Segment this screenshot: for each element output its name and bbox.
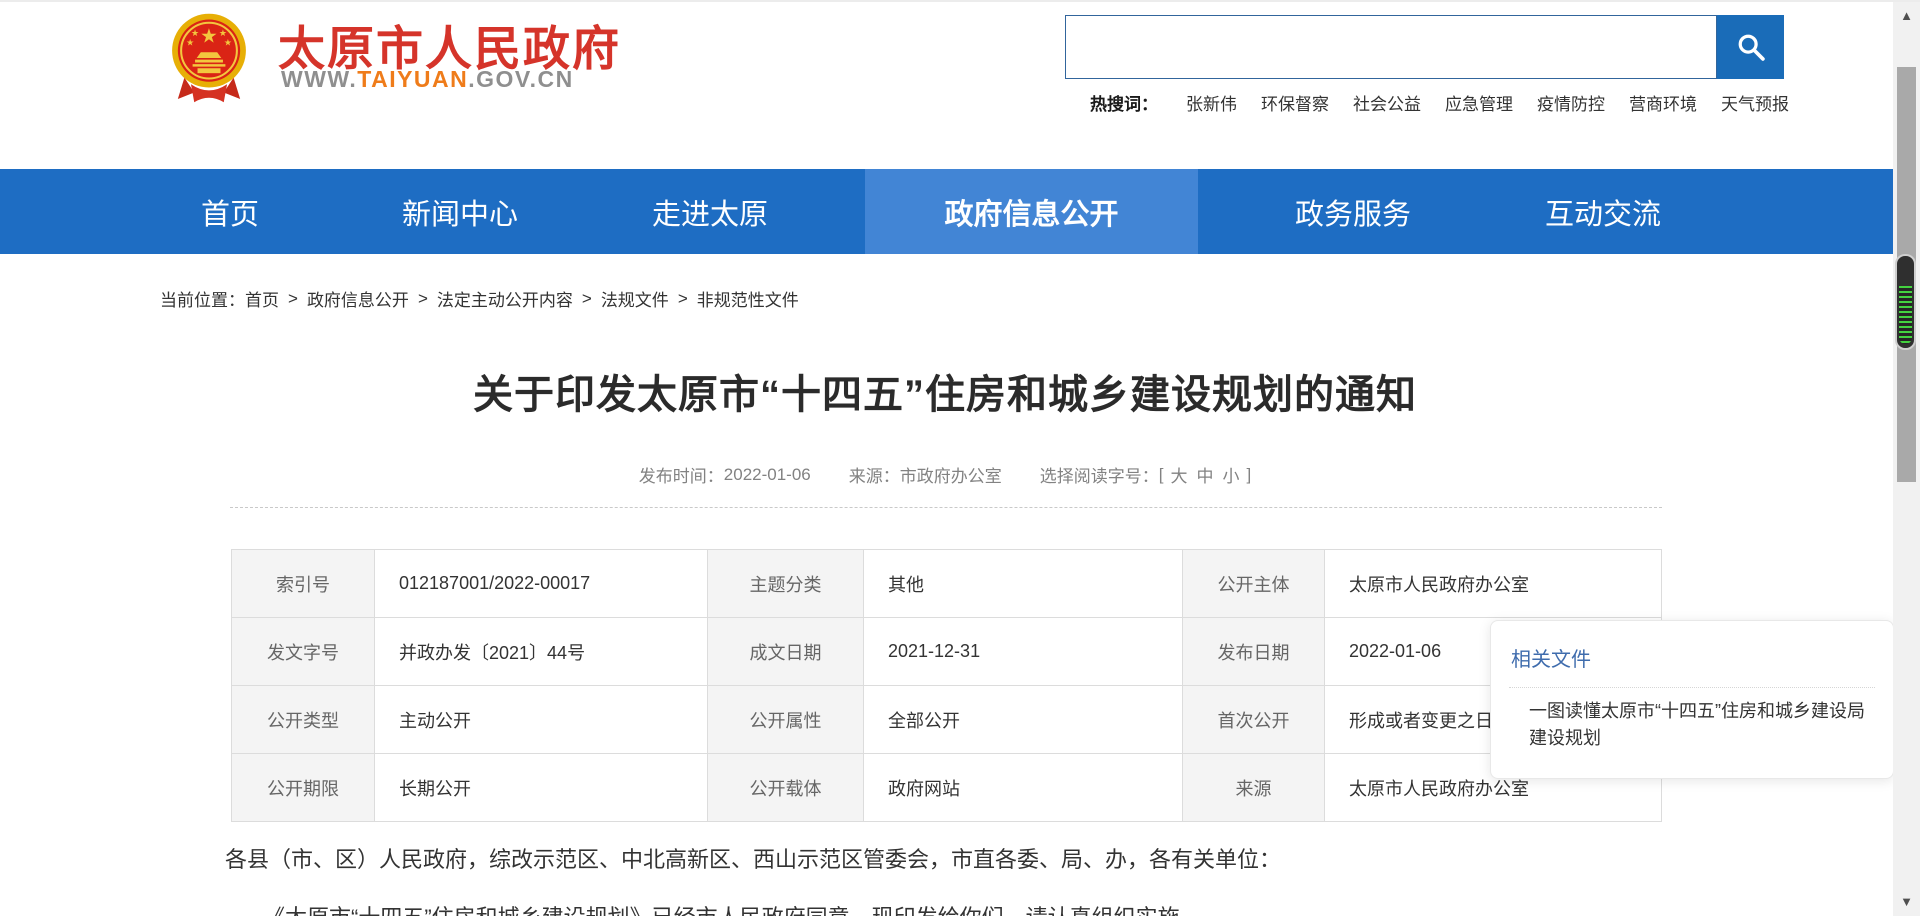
scroll-position-indicator[interactable] [1895,254,1916,350]
related-file-link[interactable]: 一图读懂太原市“十四五”住房和城乡建设局建设规划 [1529,698,1871,752]
page: ★ ★ ★ ★ ★ 太原市人民政府 WWW.TAIYUAN.GOV.CN 热搜词… [0,0,1920,916]
info-value-disclosure-body: 太原市人民政府办公室 [1325,550,1662,618]
nav-item-gov-services[interactable]: 政务服务 [1258,169,1448,254]
svg-text:★: ★ [224,38,232,48]
search-button[interactable] [1717,15,1784,79]
info-value-disclosure-carrier: 政府网站 [864,754,1183,822]
svg-text:★: ★ [186,38,194,48]
publish-time-label: 发布时间： [639,462,724,487]
hot-word[interactable]: 应急管理 [1445,90,1513,115]
info-label-publish-date: 发布日期 [1183,618,1325,686]
breadcrumb-separator: > [288,289,298,309]
search-icon [1734,30,1768,64]
breadcrumb-separator: > [418,289,428,309]
info-label-index-number: 索引号 [232,550,375,618]
main-nav-inner: 首页 新闻中心 走进太原 政府信息公开 政务服务 互动交流 [155,169,1698,254]
scroll-up-arrow-icon[interactable]: ▲ [1893,9,1920,23]
breadcrumb-item-regulation-files[interactable]: 法规文件 [601,286,669,311]
hot-word[interactable]: 张新伟 [1186,90,1237,115]
site-url-domain: TAIYUAN [357,66,468,92]
svg-text:★: ★ [219,28,227,38]
table-row: 发文字号 并政办发〔2021〕44号 成文日期 2021-12-31 发布日期 … [232,618,1662,686]
page-title: 关于印发太原市“十四五”住房和城乡建设规划的通知 [230,362,1660,420]
table-row: 公开类型 主动公开 公开属性 全部公开 首次公开 形成或者变更之日 [232,686,1662,754]
font-size-label: 选择阅读字号： [1040,462,1159,487]
svg-text:★: ★ [200,25,218,47]
hot-word[interactable]: 天气预报 [1721,90,1789,115]
info-label-document-number: 发文字号 [232,618,375,686]
related-files-divider [1509,687,1875,688]
info-label-disclosure-attribute: 公开属性 [708,686,864,754]
font-size-bracket-close: ] [1246,465,1251,485]
info-label-disclosure-period: 公开期限 [232,754,375,822]
hot-word[interactable]: 疫情防控 [1537,90,1605,115]
info-label-disclosure-type: 公开类型 [232,686,375,754]
site-header: ★ ★ ★ ★ ★ 太原市人民政府 WWW.TAIYUAN.GOV.CN 热搜词… [0,2,1893,169]
info-label-disclosure-body: 公开主体 [1183,550,1325,618]
hot-word[interactable]: 社会公益 [1353,90,1421,115]
body-paragraph: 各县（市、区）人民政府，综改示范区、中北高新区、西山示范区管委会，市直各委、局、… [225,845,1670,875]
article-source-value: 市政府办公室 [900,462,1002,487]
hot-word[interactable]: 环保督察 [1261,90,1329,115]
nav-item-home[interactable]: 首页 [155,169,305,254]
document-info-table: 索引号 012187001/2022-00017 主题分类 其他 公开主体 太原… [231,549,1662,822]
info-label-written-date: 成文日期 [708,618,864,686]
search-input[interactable] [1065,15,1717,79]
body-paragraph: 《太原市“十四五”住房和城乡建设规划》已经市人民政府同意，现印发给你们，请认真组… [225,903,1670,916]
breadcrumb-separator: > [582,289,592,309]
article-source: 来源：市政府办公室 [849,462,1002,487]
main-nav: 首页 新闻中心 走进太原 政府信息公开 政务服务 互动交流 [0,169,1893,254]
table-row: 公开期限 长期公开 公开载体 政府网站 来源 太原市人民政府办公室 [232,754,1662,822]
info-value-disclosure-attribute: 全部公开 [864,686,1183,754]
font-size-options: 大 中 小 [1170,462,1239,487]
breadcrumb-item-statutory-disclosure[interactable]: 法定主动公开内容 [437,286,573,311]
info-label-disclosure-carrier: 公开载体 [708,754,864,822]
info-value-index-number: 012187001/2022-00017 [375,550,708,618]
article-source-label: 来源： [849,462,900,487]
font-size-small-button[interactable]: 小 [1222,462,1239,487]
hot-word[interactable]: 营商环境 [1629,90,1697,115]
site-url-www: WWW. [281,66,357,92]
hot-search-row: 热搜词： 张新伟 环保督察 社会公益 应急管理 疫情防控 营商环境 天气预报 [1090,90,1813,115]
info-value-document-number: 并政办发〔2021〕44号 [375,618,708,686]
publish-time: 发布时间：2022-01-06 [639,462,811,487]
site-url: WWW.TAIYUAN.GOV.CN [281,66,574,93]
breadcrumb-item-home[interactable]: 首页 [245,286,279,311]
font-size-selector: 选择阅读字号： [ 大 中 小 ] [1040,462,1251,487]
nav-item-about-taiyuan[interactable]: 走进太原 [615,169,805,254]
related-files-title: 相关文件 [1511,643,1591,672]
breadcrumb-separator: > [678,289,688,309]
breadcrumb-item-gov-info[interactable]: 政府信息公开 [307,286,409,311]
breadcrumb-item-non-normative-files[interactable]: 非规范性文件 [697,286,799,311]
scroll-down-arrow-icon[interactable]: ▼ [1893,895,1920,909]
font-size-large-button[interactable]: 大 [1170,462,1187,487]
scroll-indicator-stripes [1899,286,1912,344]
publish-time-value: 2022-01-06 [724,465,811,485]
table-row: 索引号 012187001/2022-00017 主题分类 其他 公开主体 太原… [232,550,1662,618]
info-value-topic-category: 其他 [864,550,1183,618]
info-value-written-date: 2021-12-31 [864,618,1183,686]
related-files-panel: 相关文件 一图读懂太原市“十四五”住房和城乡建设局建设规划 [1490,620,1894,779]
info-label-topic-category: 主题分类 [708,550,864,618]
info-value-disclosure-type: 主动公开 [375,686,708,754]
font-size-medium-button[interactable]: 中 [1196,462,1213,487]
dashed-divider [230,507,1662,508]
nav-item-interaction[interactable]: 互动交流 [1508,169,1698,254]
hot-search-label: 热搜词： [1090,90,1158,115]
nav-item-gov-info-disclosure[interactable]: 政府信息公开 [865,169,1198,254]
national-emblem-logo: ★ ★ ★ ★ ★ [168,12,250,104]
scrollbar: ▲ ▼ [1893,2,1920,916]
svg-text:★: ★ [191,28,199,38]
article-meta: 发布时间：2022-01-06 来源：市政府办公室 选择阅读字号： [ 大 中 … [230,462,1660,487]
nav-item-news[interactable]: 新闻中心 [365,169,555,254]
font-size-bracket-open: [ [1159,465,1164,485]
info-label-source: 来源 [1183,754,1325,822]
site-url-suffix: .GOV.CN [468,66,574,92]
breadcrumb-label: 当前位置： [160,286,245,311]
info-value-disclosure-period: 长期公开 [375,754,708,822]
info-label-first-disclosure: 首次公开 [1183,686,1325,754]
breadcrumb: 当前位置： 首页 > 政府信息公开 > 法定主动公开内容 > 法规文件 > 非规… [160,286,799,311]
